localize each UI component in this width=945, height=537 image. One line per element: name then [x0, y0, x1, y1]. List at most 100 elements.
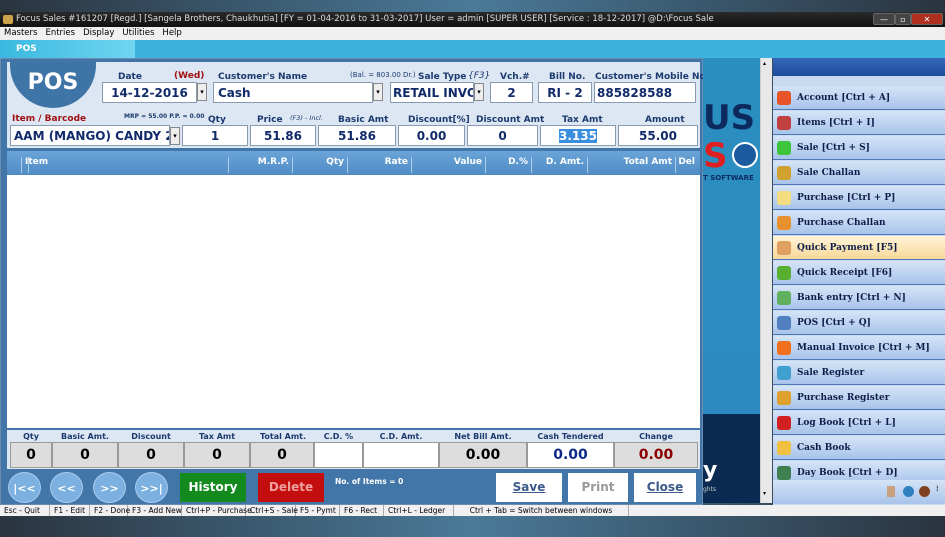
- qty-field[interactable]: 1: [182, 125, 248, 146]
- status-f1: F1 - Edit: [50, 505, 90, 516]
- customer-label: Customer's Name: [218, 72, 308, 82]
- last-record-button[interactable]: >>|: [135, 472, 168, 503]
- panel-item[interactable]: Manual Invoice [Ctrl + M]: [773, 336, 945, 360]
- panel-item[interactable]: POS [Ctrl + Q]: [773, 311, 945, 335]
- tax-amt-field[interactable]: 3.135: [540, 125, 616, 146]
- cd-pct-label: C.D. %: [323, 432, 354, 441]
- basic-amt-label: Basic Amt: [338, 115, 389, 125]
- panel-item[interactable]: Sale [Ctrl + S]: [773, 136, 945, 160]
- panel-item[interactable]: Items [Ctrl + I]: [773, 111, 945, 135]
- panel-item[interactable]: Bank entry [Ctrl + N]: [773, 286, 945, 310]
- panel-item[interactable]: Sale Challan: [773, 161, 945, 185]
- door-icon[interactable]: [887, 486, 895, 497]
- menu-help[interactable]: Help: [162, 28, 181, 38]
- menu-display[interactable]: Display: [83, 28, 114, 38]
- total-qty-label: Qty: [23, 432, 39, 441]
- total-discount-label: Discount: [131, 432, 171, 441]
- save-button[interactable]: Save: [496, 473, 562, 502]
- col-d-pct[interactable]: D.%: [486, 157, 532, 173]
- panel-item[interactable]: Purchase [Ctrl + P]: [773, 186, 945, 210]
- date-dropdown[interactable]: ▾: [197, 83, 207, 101]
- first-record-button[interactable]: |<<: [8, 472, 41, 503]
- panel-item[interactable]: Log Book [Ctrl + L]: [773, 411, 945, 435]
- cash-tendered-field[interactable]: 0.00: [527, 442, 614, 468]
- total-amt-value: 0: [250, 442, 314, 468]
- overflow-icon[interactable]: ⁞: [936, 484, 939, 493]
- scroll-down-icon[interactable]: ▾: [763, 490, 766, 497]
- col-value[interactable]: Value: [412, 157, 486, 173]
- history-button[interactable]: History: [180, 473, 246, 502]
- minimize-button[interactable]: —: [873, 13, 895, 25]
- col-rate[interactable]: Rate: [348, 157, 412, 173]
- qty-label: Qty: [208, 115, 226, 125]
- panel-item[interactable]: Quick Receipt [F6]: [773, 261, 945, 285]
- items-count: No. of Items = 0: [335, 477, 404, 486]
- items-grid-body[interactable]: [7, 175, 700, 428]
- date-field[interactable]: 14-12-2016: [102, 82, 197, 103]
- total-discount-value: 0: [118, 442, 184, 468]
- col-total-amt[interactable]: Total Amt: [588, 157, 676, 173]
- menu-entries[interactable]: Entries: [45, 28, 75, 38]
- vch-label: Vch.#: [500, 72, 530, 82]
- panel-item[interactable]: Quick Payment [F5]: [773, 236, 945, 260]
- panel-item[interactable]: Sale Register: [773, 361, 945, 385]
- vertical-scrollbar[interactable]: ▴ ▾: [760, 58, 772, 503]
- sale-type-dropdown[interactable]: ▾: [474, 83, 484, 101]
- panel-item-label: Sale Challan: [797, 168, 861, 178]
- cash-tendered-label: Cash Tendered: [537, 432, 604, 441]
- brand-line1: US: [703, 98, 756, 138]
- customer-field[interactable]: Cash: [213, 82, 373, 103]
- menu-utilities[interactable]: Utilities: [122, 28, 154, 38]
- col-d-amt[interactable]: D. Amt.: [532, 157, 588, 173]
- print-button[interactable]: Print: [568, 473, 628, 502]
- flashlight-icon: [777, 241, 791, 255]
- close-button[interactable]: Close: [634, 473, 696, 502]
- change-value: 0.00: [614, 442, 698, 468]
- close-window-button[interactable]: ✕: [911, 13, 943, 25]
- cd-amt-field[interactable]: [363, 442, 439, 468]
- previous-record-button[interactable]: <<: [50, 472, 83, 503]
- brand-foot: y: [703, 458, 718, 483]
- tab-pos[interactable]: POS: [0, 40, 135, 58]
- delete-button[interactable]: Delete: [258, 473, 324, 502]
- sale-type-field[interactable]: RETAIL INVOIC: [390, 82, 474, 103]
- discount-pct-field[interactable]: 0.00: [398, 125, 465, 146]
- mobile-field[interactable]: 885828588: [594, 82, 696, 103]
- items-grid-header: Item M.R.P. Qty Rate Value D.% D. Amt. T…: [7, 151, 700, 175]
- item-dropdown[interactable]: ▾: [170, 127, 180, 145]
- maximize-button[interactable]: ▫: [895, 13, 911, 25]
- col-qty[interactable]: Qty: [293, 157, 348, 173]
- day-book-icon: [777, 466, 791, 480]
- discount-amt-field[interactable]: 0: [467, 125, 538, 146]
- net-bill-value: 0.00: [439, 442, 527, 468]
- panel-item[interactable]: Purchase Register: [773, 386, 945, 410]
- panel-item-label: Quick Receipt [F6]: [797, 268, 893, 278]
- scroll-up-icon[interactable]: ▴: [763, 60, 766, 67]
- col-del[interactable]: Del: [676, 157, 698, 173]
- globe-icon[interactable]: [903, 486, 914, 497]
- item-field[interactable]: AAM (MANGO) CANDY 250(: [10, 125, 170, 146]
- settings-icon[interactable]: [919, 486, 930, 497]
- bill-field[interactable]: RI - 2: [538, 82, 592, 103]
- change-label: Change: [639, 432, 673, 441]
- panel-item[interactable]: Cash Book: [773, 436, 945, 460]
- panel-item-label: Sale Register: [797, 368, 865, 378]
- menu-masters[interactable]: Masters: [4, 28, 37, 38]
- sale-icon: [777, 141, 791, 155]
- next-record-button[interactable]: >>: [93, 472, 126, 503]
- panel-item[interactable]: Account [Ctrl + A]: [773, 86, 945, 110]
- day-label: (Wed): [174, 71, 205, 81]
- panel-footer: ⁞: [773, 480, 945, 504]
- basic-amt-field[interactable]: 51.86: [318, 125, 396, 146]
- discount-pct-label: Discount[%]: [408, 115, 470, 125]
- amount-field[interactable]: 55.00: [618, 125, 698, 146]
- sale-type-label: Sale Type: [418, 72, 467, 82]
- col-mrp[interactable]: M.R.P.: [229, 157, 293, 173]
- panel-item-label: Day Book [Ctrl + D]: [797, 468, 898, 478]
- customer-dropdown[interactable]: ▾: [373, 83, 383, 101]
- cd-pct-field[interactable]: [314, 442, 363, 468]
- col-item[interactable]: Item: [21, 157, 229, 173]
- price-field[interactable]: 51.86: [250, 125, 316, 146]
- panel-item[interactable]: Purchase Challan: [773, 211, 945, 235]
- vch-field[interactable]: 2: [490, 82, 533, 103]
